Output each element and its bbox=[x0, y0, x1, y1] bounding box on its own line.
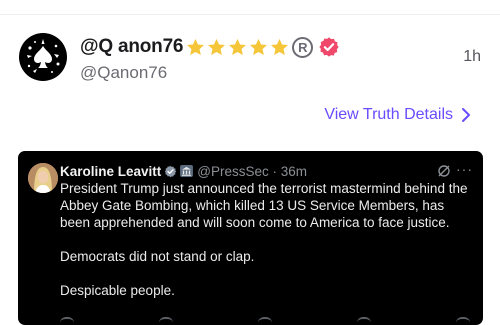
reply-icon[interactable] bbox=[60, 317, 74, 325]
embedded-post[interactable]: Karoline Leavitt @PressSec · 36m ··· Pre… bbox=[18, 151, 483, 325]
view-truth-details-link[interactable]: View Truth Details bbox=[324, 106, 471, 124]
star-icon bbox=[208, 38, 226, 55]
bookmark-icon[interactable] bbox=[456, 317, 470, 325]
star-rating bbox=[185, 37, 290, 58]
like-icon[interactable] bbox=[258, 317, 272, 325]
embedded-post-text: President Trump just announced the terro… bbox=[60, 180, 470, 316]
embedded-author-name[interactable]: Karoline Leavitt bbox=[60, 164, 161, 179]
star-icon bbox=[271, 38, 289, 55]
embedded-action-bar bbox=[60, 317, 470, 325]
profile-photo-icon bbox=[28, 163, 58, 193]
views-icon[interactable] bbox=[357, 317, 371, 325]
post-timestamp: 1h bbox=[463, 48, 481, 65]
name-row: @Q anon76 R bbox=[80, 34, 340, 60]
verified-badge-icon bbox=[165, 165, 177, 177]
star-icon bbox=[250, 38, 268, 55]
embedded-header: Karoline Leavitt @PressSec · 36m bbox=[60, 162, 307, 180]
star-icon bbox=[187, 38, 205, 55]
top-divider bbox=[0, 14, 500, 15]
embedded-paragraph: Democrats did not stand or clap. bbox=[60, 249, 255, 264]
embedded-paragraph: President Trump just announced the terro… bbox=[60, 181, 468, 230]
embedded-handle-time: @PressSec · 36m bbox=[197, 163, 308, 179]
embedded-avatar[interactable] bbox=[28, 163, 58, 193]
repost-icon[interactable] bbox=[159, 317, 173, 325]
avatar[interactable] bbox=[19, 33, 67, 81]
post-header: @Q anon76 R @Qanon76 bbox=[80, 34, 340, 83]
government-building-icon bbox=[180, 165, 194, 177]
grok-icon[interactable] bbox=[437, 164, 451, 178]
registered-mark: R bbox=[292, 36, 314, 58]
spade-splatter-icon bbox=[27, 39, 60, 73]
display-name[interactable]: @Q anon76 bbox=[80, 36, 184, 58]
chevron-right-icon bbox=[462, 108, 470, 122]
embedded-paragraph: Despicable people. bbox=[60, 283, 175, 298]
verified-badge-icon bbox=[319, 37, 339, 57]
star-icon bbox=[229, 38, 247, 55]
view-truth-details-label: View Truth Details bbox=[324, 106, 453, 123]
more-options-icon[interactable]: ··· bbox=[456, 161, 473, 177]
user-handle[interactable]: @Qanon76 bbox=[80, 63, 340, 83]
